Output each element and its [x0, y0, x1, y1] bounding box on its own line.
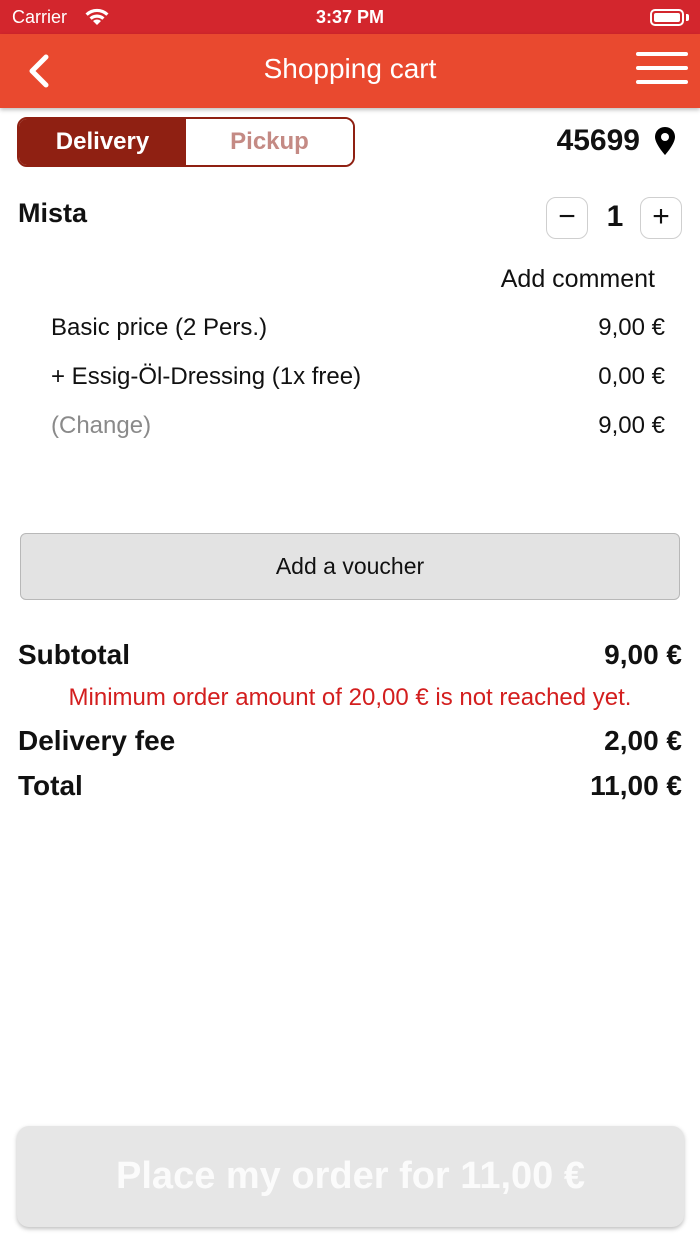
total-value: 11,00 € [590, 770, 682, 801]
tab-pickup[interactable]: Pickup [186, 119, 353, 165]
delivery-fee-value: 2,00 € [604, 725, 682, 756]
quantity-decrease-button[interactable]: − [546, 197, 588, 239]
total-label: Total [18, 770, 83, 801]
quantity-value: 1 [606, 200, 624, 233]
clock: 3:37 PM [315, 7, 385, 27]
battery-icon [650, 9, 684, 26]
subtotal-value: 9,00 € [604, 639, 682, 670]
price-line-value: 0,00 € [598, 363, 665, 390]
total-row: Total 11,00 € [18, 770, 682, 804]
price-line: (Change) 9,00 € [51, 412, 665, 442]
delivery-fee-row: Delivery fee 2,00 € [18, 725, 682, 759]
quantity-increase-button[interactable]: + [640, 197, 682, 239]
minimum-order-warning: Minimum order amount of 20,00 € is not r… [68, 684, 632, 711]
battery-tip [686, 14, 689, 21]
price-line: Basic price (2 Pers.) 9,00 € [51, 314, 665, 344]
tab-delivery[interactable]: Delivery [19, 119, 186, 165]
price-line-label: + Essig-Öl-Dressing (1x free) [51, 363, 362, 390]
subtotal-row: Subtotal 9,00 € [18, 639, 682, 673]
subtotal-label: Subtotal [18, 639, 130, 670]
price-line-label: Basic price (2 Pers.) [51, 314, 268, 341]
nav-bar: Shopping cart [0, 34, 700, 108]
delivery-fee-label: Delivery fee [18, 725, 176, 756]
map-pin-icon[interactable] [654, 126, 676, 161]
price-line-value: 9,00 € [598, 314, 665, 341]
status-bar: Carrier 3:37 PM [0, 0, 700, 34]
cart-item-name: Mista [18, 198, 88, 228]
price-line-value: 9,00 € [598, 412, 665, 439]
hamburger-menu-icon[interactable] [636, 52, 688, 90]
add-comment-link[interactable]: Add comment [501, 265, 655, 294]
add-voucher-button[interactable]: Add a voucher [20, 533, 680, 600]
delivery-mode-toggle: Delivery Pickup [17, 117, 355, 167]
place-order-button[interactable]: Place my order for 11,00 € [17, 1126, 684, 1227]
zip-code[interactable]: 45699 [557, 124, 640, 158]
change-link[interactable]: (Change) [51, 412, 151, 440]
price-line: + Essig-Öl-Dressing (1x free) 0,00 € [51, 363, 665, 393]
page-title: Shopping cart [263, 53, 437, 84]
